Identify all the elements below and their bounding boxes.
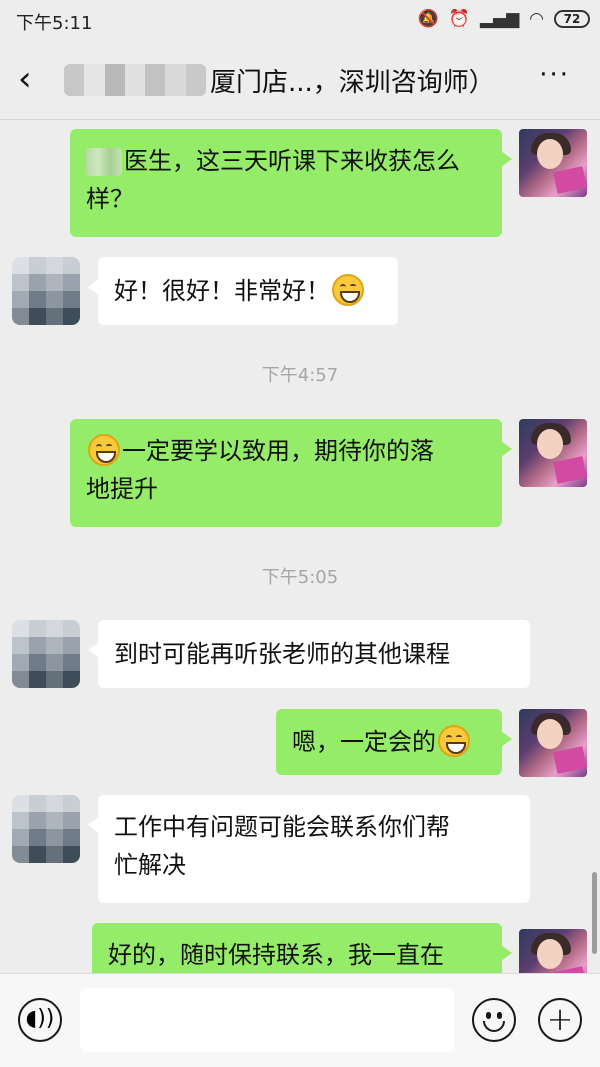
incoming-message[interactable]: 好！很好！非常好！ <box>88 257 398 325</box>
message-text: 医生，这三天听课下来收获怎么 <box>124 147 460 175</box>
outgoing-message[interactable]: 好的，随时保持联系，我一直在 <box>92 923 512 973</box>
self-avatar[interactable] <box>519 709 587 777</box>
grinning-emoji-icon <box>88 434 120 466</box>
alarm-icon: ⏰ <box>448 9 470 29</box>
battery-icon: 72 <box>554 10 590 28</box>
message-text: 到时可能再听张老师的其他课程 <box>114 640 450 668</box>
message-input[interactable] <box>80 988 454 1052</box>
outgoing-message[interactable]: 嗯，一定会的 <box>276 709 512 775</box>
status-icons: 🔕 ⏰ ▂▄▆ ◠ 72 <box>418 8 590 30</box>
contact-avatar[interactable] <box>12 795 80 863</box>
outgoing-message[interactable]: 一定要学以致用，期待你的落 地提升 <box>70 419 512 527</box>
message-text: 地提升 <box>86 475 158 503</box>
self-avatar[interactable] <box>519 419 587 487</box>
incoming-message[interactable]: 工作中有问题可能会联系你们帮 忙解决 <box>88 795 530 903</box>
chat-messages[interactable]: 医生，这三天听课下来收获怎么 样？ 好！很好！非常好！ 下午4:57 一定要学以… <box>0 121 600 973</box>
input-bar: ◖)) + <box>0 973 600 1067</box>
wifi-icon: ◠ <box>529 9 544 29</box>
plus-icon[interactable]: + <box>538 998 582 1042</box>
chat-title: 厦门店...，深圳咨询师） <box>210 68 495 98</box>
voice-input-icon[interactable]: ◖)) <box>18 998 62 1042</box>
grinning-emoji-icon <box>332 274 364 306</box>
message-text: 样？ <box>86 185 134 213</box>
signal-icon: ▂▄▆ <box>479 9 520 29</box>
self-avatar[interactable] <box>519 129 587 197</box>
chat-header: ‹ 厦门店...，深圳咨询师） ··· <box>0 40 600 120</box>
message-text: 一定要学以致用，期待你的落 <box>122 437 434 465</box>
blurred-name <box>86 148 122 176</box>
emoji-button-icon[interactable] <box>472 998 516 1042</box>
message-text: 忙解决 <box>114 851 186 879</box>
contact-avatar[interactable] <box>12 620 80 688</box>
status-bar: 下午5:11 🔕 ⏰ ▂▄▆ ◠ 72 <box>0 0 600 40</box>
grinning-emoji-icon <box>438 725 470 757</box>
more-options-icon[interactable]: ··· <box>539 60 570 90</box>
self-avatar[interactable] <box>519 929 587 973</box>
message-text: 嗯，一定会的 <box>292 728 436 756</box>
message-text: 好！很好！非常好！ <box>114 277 330 305</box>
status-time: 下午5:11 <box>16 13 93 34</box>
blurred-name <box>64 64 206 96</box>
back-arrow-icon[interactable]: ‹ <box>18 62 48 98</box>
outgoing-message[interactable]: 医生，这三天听课下来收获怎么 样？ <box>70 129 512 237</box>
contact-avatar[interactable] <box>12 257 80 325</box>
message-text: 好的，随时保持联系，我一直在 <box>108 941 444 969</box>
mute-icon: 🔕 <box>417 9 439 29</box>
timestamp: 下午5:05 <box>261 567 339 588</box>
incoming-message[interactable]: 到时可能再听张老师的其他课程 <box>88 620 530 688</box>
scrollbar[interactable] <box>592 872 597 954</box>
timestamp: 下午4:57 <box>261 365 339 386</box>
